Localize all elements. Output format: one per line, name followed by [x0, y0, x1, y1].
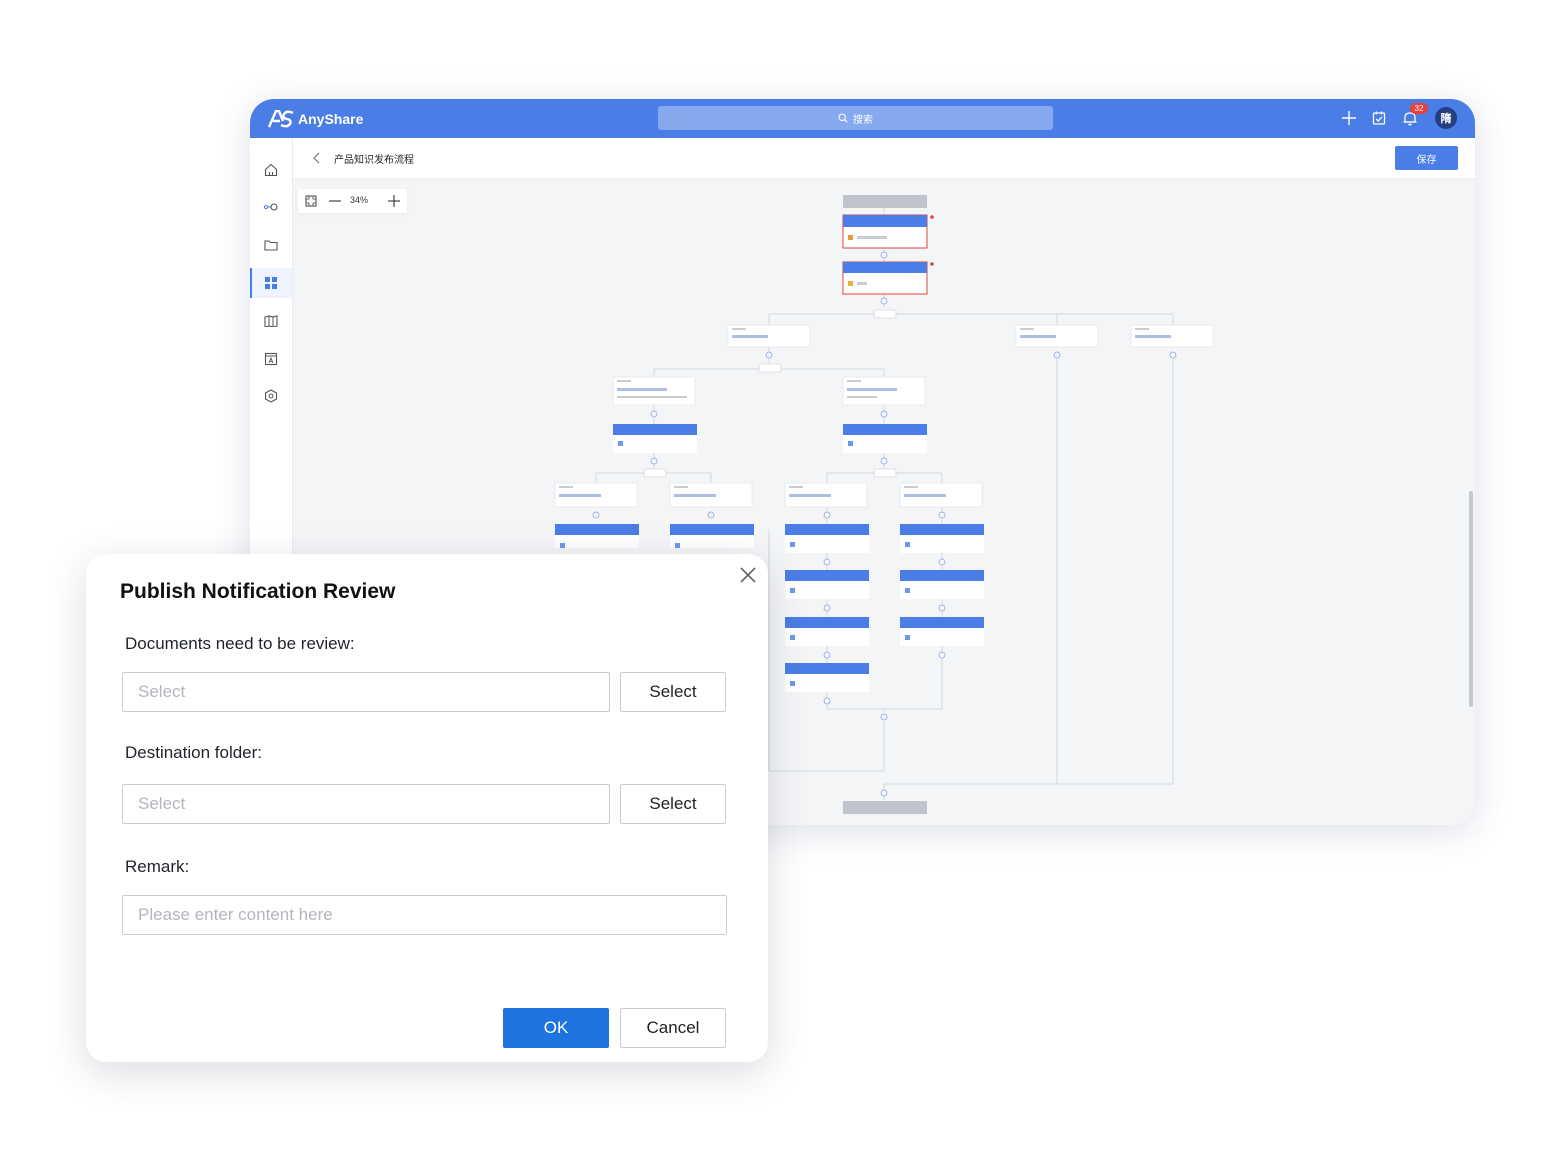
- search-icon: [838, 113, 848, 123]
- search-placeholder: 搜索: [853, 114, 873, 126]
- workflow-icon: [263, 203, 278, 211]
- top-bar: AnyShare 搜索 32 隋: [250, 99, 1475, 138]
- destination-input[interactable]: [122, 784, 610, 824]
- book-icon: [264, 315, 278, 327]
- notification-badge: 32: [1410, 103, 1428, 114]
- sidebar-item-workflow[interactable]: [250, 192, 292, 222]
- destination-select-button[interactable]: Select: [620, 784, 726, 824]
- sidebar-item-apps[interactable]: [250, 268, 292, 298]
- brand-name: AnyShare: [298, 111, 364, 127]
- dialog-title: Publish Notification Review: [120, 580, 396, 603]
- zoom-level: 34%: [350, 195, 369, 205]
- zoom-controls: 34%: [298, 189, 407, 213]
- folder-icon: [264, 240, 278, 251]
- back-arrow-icon[interactable]: [311, 151, 323, 165]
- documents-label: Documents need to be review:: [125, 634, 355, 653]
- publish-review-dialog: Publish Notification Review Documents ne…: [86, 554, 768, 1062]
- template-icon: [264, 352, 278, 366]
- sidebar-item-templates[interactable]: [250, 344, 292, 374]
- documents-input[interactable]: [122, 672, 610, 712]
- save-button[interactable]: 保存: [1395, 146, 1458, 170]
- zoom-in-icon[interactable]: [388, 195, 400, 207]
- brand-logo[interactable]: AnyShare: [268, 108, 363, 130]
- sidebar-item-knowledge[interactable]: [250, 306, 292, 336]
- settings-cube-icon: [264, 389, 278, 403]
- sidebar-item-home[interactable]: [250, 155, 292, 185]
- remark-label: Remark:: [125, 857, 190, 876]
- task-button[interactable]: [1370, 109, 1388, 127]
- task-check-icon: [1372, 111, 1386, 125]
- apps-grid-icon: [265, 277, 277, 289]
- content-header: 产品知识发布流程 保存: [293, 138, 1475, 179]
- fit-screen-icon[interactable]: [305, 195, 317, 207]
- avatar[interactable]: 隋: [1435, 107, 1457, 129]
- cancel-button[interactable]: Cancel: [620, 1008, 726, 1048]
- zoom-out-icon[interactable]: [329, 195, 341, 207]
- plus-icon: [1342, 111, 1356, 125]
- sidebar-item-documents[interactable]: [250, 230, 292, 260]
- documents-select-button[interactable]: Select: [620, 672, 726, 712]
- canvas-scrollbar[interactable]: [1469, 491, 1473, 707]
- remark-input[interactable]: [122, 895, 727, 935]
- anyshare-logo-icon: [268, 110, 294, 128]
- global-search[interactable]: 搜索: [658, 106, 1053, 130]
- add-button[interactable]: [1340, 109, 1358, 127]
- ok-button[interactable]: OK: [503, 1008, 609, 1048]
- sidebar-item-settings[interactable]: [250, 381, 292, 411]
- home-icon: [264, 163, 278, 177]
- close-icon[interactable]: [738, 565, 758, 585]
- destination-label: Destination folder:: [125, 743, 263, 762]
- page-title: 产品知识发布流程: [334, 155, 414, 166]
